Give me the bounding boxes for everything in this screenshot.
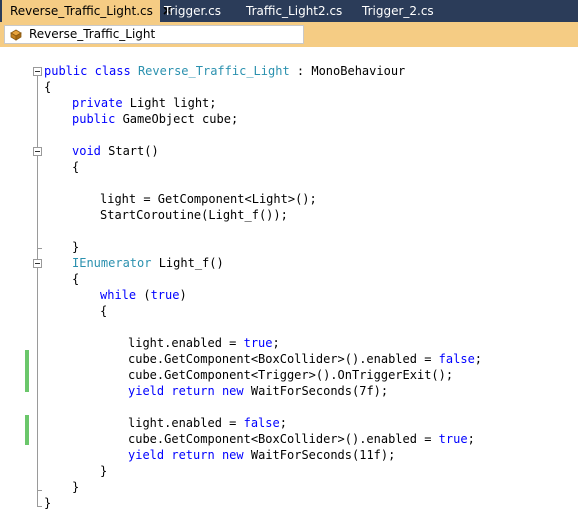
code-line: cube.GetComponent<BoxCollider>().enabled… [128,351,482,367]
code-text: Start() [100,144,159,158]
outline-guide-end [37,490,42,491]
keyword: false [243,416,280,430]
code-text: ; [467,432,475,446]
type-dropdown-label: Reverse_Traffic_Light [29,27,156,41]
type-dropdown[interactable]: Reverse_Traffic_Light [4,25,304,44]
change-marker [25,415,29,445]
code-text: cube.GetComponent<BoxCollider>().enabled… [128,352,439,366]
code-text: WaitForSeconds(11f); [243,448,396,462]
code-text: ; [279,416,287,430]
code-line: while (true) [100,287,187,303]
keyword: yield [128,448,165,462]
collapse-start-icon[interactable] [33,147,42,156]
code-line: yield return new WaitForSeconds(7f); [128,383,388,399]
keyword: new [221,384,244,398]
tab-trigger[interactable]: Trigger.cs [164,0,221,22]
collapse-light-f-icon[interactable] [33,259,42,268]
code-line: private Light light; [72,95,217,111]
keyword: while [100,288,137,302]
tab-reverse-traffic-light[interactable]: Reverse_Traffic_Light.cs [2,0,172,22]
change-marker [25,350,29,392]
keyword: void [72,144,101,158]
keyword: false [438,352,475,366]
code-line: { [44,80,52,94]
keyword: public [72,112,116,126]
keyword: yield [128,384,165,398]
code-line: cube.GetComponent<BoxCollider>().enabled… [128,431,475,447]
code-text: WaitForSeconds(7f); [243,384,389,398]
code-line: cube.GetComponent<Trigger>().OnTriggerEx… [128,368,454,382]
code-line: light.enabled = true; [128,335,280,351]
code-line: StartCoroutine(Light_f()); [100,208,288,222]
code-text: cube.GetComponent<BoxCollider>().enabled… [128,432,439,446]
navigation-bar: Reverse_Traffic_Light [0,22,578,48]
code-line: } [44,496,52,510]
collapse-class-icon[interactable] [33,67,42,76]
code-text: ; [272,336,280,350]
code-line: } [100,464,108,478]
code-text: : MonoBehaviour [289,64,406,78]
tab-label: Trigger.cs [164,4,221,18]
code-line: } [72,240,80,254]
keyword: true [438,432,468,446]
code-editor[interactable]: public class Reverse_Traffic_Light : Mon… [0,47,578,523]
keyword: new [221,448,244,462]
keyword: class [94,64,131,78]
keyword: return [171,384,215,398]
tab-label: Reverse_Traffic_Light.cs [10,4,153,18]
code-line: void Start() [72,143,159,159]
code-text: Light_f() [151,256,224,270]
code-line: IEnumerator Light_f() [72,255,224,271]
type-name: Reverse_Traffic_Light [137,64,290,78]
code-line: { [72,272,80,286]
code-text: light.enabled = [128,416,244,430]
code-text: GameObject cube; [115,112,239,126]
tab-label: Traffic_Light2.cs [246,4,343,18]
code-text: ) [179,288,187,302]
code-line: light.enabled = false; [128,415,287,431]
code-line: light = GetComponent<Light>(); [100,192,317,206]
code-text: ( [136,288,151,302]
keyword: private [72,96,123,110]
outline-guide [37,156,38,248]
code-line: { [100,304,108,318]
code-line: yield return new WaitForSeconds(11f); [128,447,395,463]
keyword: true [150,288,180,302]
outline-guide [37,268,38,490]
outline-guide-end [37,248,42,249]
code-line: public class Reverse_Traffic_Light : Mon… [44,63,405,79]
outline-guide-end [37,506,42,507]
code-line: } [72,480,80,494]
class-icon [9,28,23,42]
code-text: light.enabled = [128,336,244,350]
tab-label: Trigger_2.cs [362,4,434,18]
keyword: true [243,336,273,350]
code-text: Light light; [122,96,217,110]
code-line: { [72,160,80,174]
code-line: public GameObject cube; [72,111,238,127]
tab-trigger-2[interactable]: Trigger_2.cs [362,0,434,22]
keyword: return [171,448,215,462]
type-name: IEnumerator [72,256,152,270]
code-text: ; [474,352,483,366]
tab-traffic-light2[interactable]: Traffic_Light2.cs [246,0,342,22]
keyword: public [44,64,88,78]
document-tab-strip: Reverse_Traffic_Light.cs Trigger.cs Traf… [0,0,578,22]
